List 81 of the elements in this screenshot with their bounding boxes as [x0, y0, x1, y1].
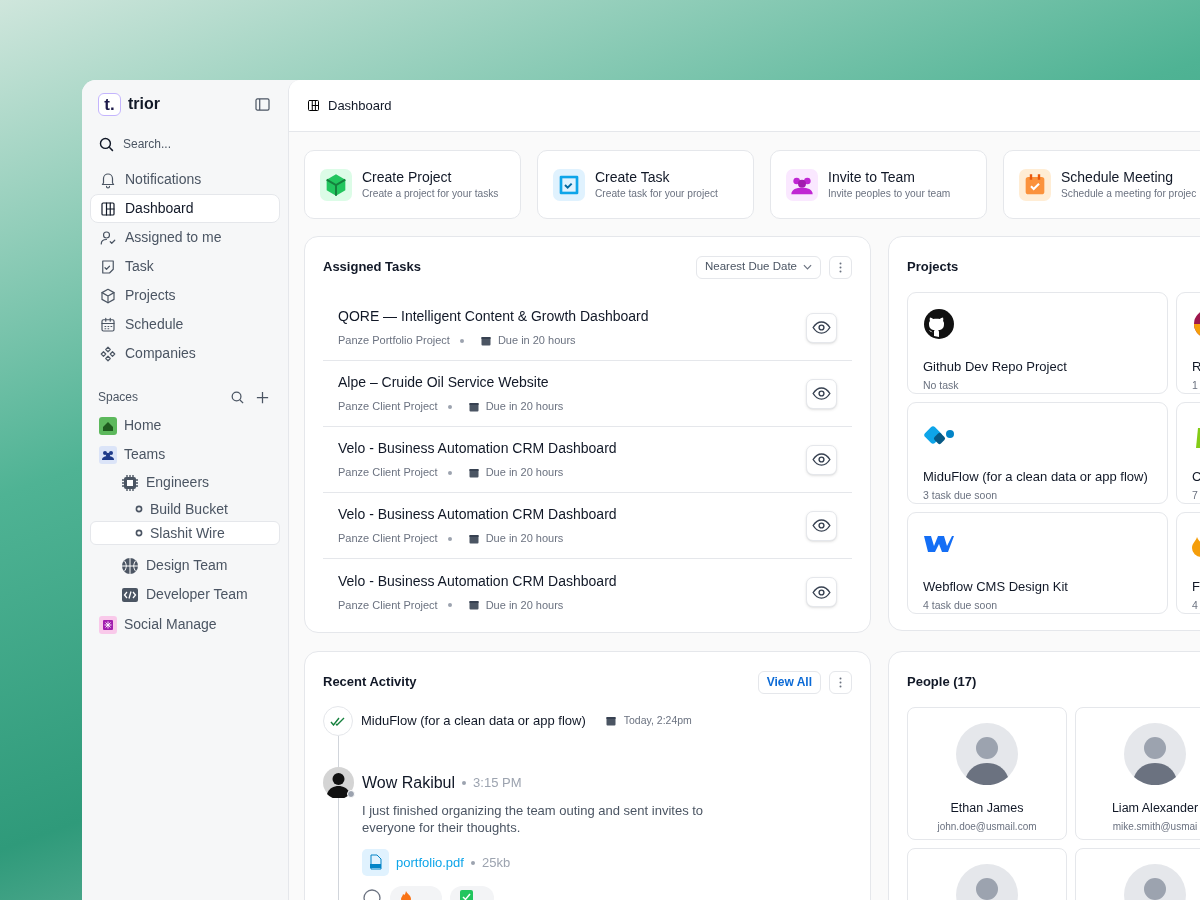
- action-title: Create Project: [362, 167, 453, 186]
- nav-item[interactable]: Dashboard: [90, 194, 280, 223]
- action-subtitle: Schedule a meeting for projec: [1061, 186, 1197, 201]
- section-label: Spaces: [98, 389, 139, 406]
- panel-title: People (17): [907, 673, 977, 692]
- space-item[interactable]: Build Bucket: [90, 497, 280, 521]
- space-item[interactable]: Home: [90, 411, 280, 440]
- project-meta: 3 task due soon: [923, 487, 998, 503]
- attachment-size: 25kb: [481, 853, 511, 872]
- space-item[interactable]: Social Manage: [90, 610, 280, 639]
- quick-action-card[interactable]: Create Project Create a project for your tasks: [304, 150, 521, 219]
- task-project: Panze Client Project: [338, 531, 438, 547]
- project-name: R: [1192, 358, 1200, 376]
- action-subtitle: Create task for your project: [595, 186, 718, 201]
- space-item[interactable]: Developer Team: [90, 580, 280, 609]
- action-subtitle: Create a project for your tasks: [362, 186, 499, 201]
- nav-item[interactable]: Projects: [90, 281, 280, 310]
- task-due: Due in 20 hours: [485, 399, 564, 415]
- space-item[interactable]: Engineers: [90, 468, 280, 497]
- task-project: Panze Client Project: [338, 399, 438, 415]
- project-card[interactable]: MiduFlow (for a clean data or app flow) 3 task due soon: [907, 402, 1168, 504]
- quick-action-card[interactable]: Create Task Create task for your project: [537, 150, 754, 219]
- project-meta: 7: [1192, 487, 1198, 503]
- project-meta: 1: [1192, 377, 1198, 393]
- space-item[interactable]: Design Team: [90, 551, 280, 580]
- task-due: Due in 20 hours: [485, 465, 564, 481]
- task-due: Due in 20 hours: [485, 597, 564, 613]
- project-name: Github Dev Repo Project: [923, 358, 1067, 376]
- person-email: john.doe@usmail.com: [937, 819, 1037, 834]
- view-all-button[interactable]: View All: [757, 670, 821, 694]
- project-meta: No task: [923, 377, 959, 393]
- search-field[interactable]: Search...: [123, 135, 263, 153]
- task-title[interactable]: QORE — Intelligent Content & Growth Dashboard: [338, 306, 649, 328]
- event-title: MiduFlow (for a clean data or app flow): [361, 712, 586, 731]
- action-title: Create Task: [595, 167, 671, 186]
- person-name: Liam Alexander: [1111, 800, 1199, 817]
- nav-item[interactable]: Notifications: [90, 165, 280, 194]
- project-card[interactable]: F 4: [1176, 512, 1200, 614]
- task-due: Due in 20 hours: [497, 333, 576, 349]
- action-title: Schedule Meeting: [1061, 167, 1175, 186]
- project-name: MiduFlow (for a clean data or app flow): [923, 468, 1148, 486]
- logo-mark: t.: [98, 92, 121, 116]
- task-title[interactable]: Velo - Business Automation CRM Dashboard: [338, 570, 617, 592]
- task-project: Panze Portfolio Project: [338, 333, 450, 349]
- space-item[interactable]: Teams: [90, 440, 280, 469]
- comment-time: 3:15 PM: [473, 773, 522, 792]
- nav-item[interactable]: Assigned to me: [90, 223, 280, 252]
- quick-action-card[interactable]: Schedule Meeting Schedule a meeting for projec: [1003, 150, 1200, 219]
- sort-dropdown[interactable]: Nearest Due Date: [695, 255, 821, 279]
- project-card[interactable]: Webflow CMS Design Kit 4 task due soon: [907, 512, 1168, 614]
- nav-item[interactable]: Companies: [90, 339, 280, 368]
- task-due: Due in 20 hours: [485, 531, 564, 547]
- panel-title: Recent Activity: [323, 673, 417, 692]
- task-project: Panze Client Project: [338, 597, 438, 613]
- person-card[interactable]: Liam Alexander mike.smith@usmai: [1075, 707, 1200, 840]
- panel-title: Assigned Tasks: [323, 258, 422, 277]
- page-title: Dashboard: [328, 96, 392, 115]
- comment-text: I just finished organizing the team outing and sent invites to everyone for their thoughts.: [362, 802, 705, 836]
- quick-action-card[interactable]: Invite to Team Invite peoples to your team: [770, 150, 987, 219]
- project-card[interactable]: R 1: [1176, 292, 1200, 394]
- task-project: Panze Client Project: [338, 465, 438, 481]
- task-title[interactable]: Velo - Business Automation CRM Dashboard: [338, 438, 617, 460]
- project-name: F: [1192, 578, 1200, 596]
- project-card[interactable]: Github Dev Repo Project No task: [907, 292, 1168, 394]
- person-name: Ethan James: [950, 800, 1024, 817]
- project-meta: 4: [1192, 597, 1198, 613]
- person-card[interactable]: Ethan James john.doe@usmail.com: [907, 707, 1067, 840]
- person-email: mike.smith@usmai: [1112, 819, 1198, 834]
- event-time: Today, 2:24pm: [623, 713, 692, 729]
- app-name: trior: [128, 94, 160, 114]
- action-subtitle: Invite peoples to your team: [828, 186, 951, 201]
- nav-item[interactable]: Task: [90, 252, 280, 281]
- task-title[interactable]: Velo - Business Automation CRM Dashboard: [338, 504, 617, 526]
- nav-item[interactable]: Schedule: [90, 310, 280, 339]
- project-name: Webflow CMS Design Kit: [923, 578, 1068, 596]
- space-item[interactable]: Slashit Wire: [90, 521, 280, 545]
- task-title[interactable]: Alpe – Cruide Oil Service Website: [338, 372, 564, 394]
- action-title: Invite to Team: [828, 167, 916, 186]
- project-meta: 4 task due soon: [923, 597, 998, 613]
- panel-title: Projects: [907, 258, 959, 277]
- author-name: Wow Rakibul: [362, 772, 456, 793]
